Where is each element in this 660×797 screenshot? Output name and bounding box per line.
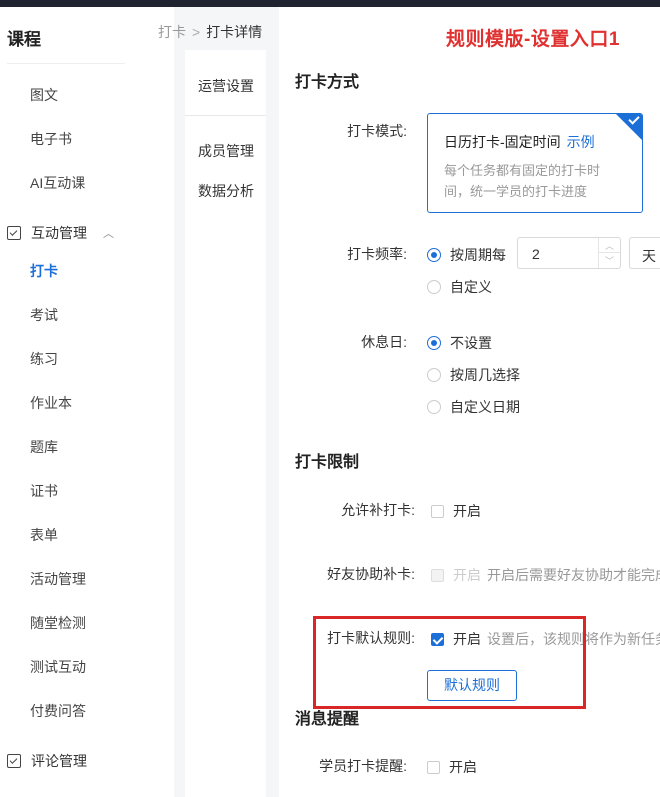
sub-nav: 运营设置 成员管理 数据分析 xyxy=(185,50,266,797)
breadcrumb: 打卡 > 打卡详情 xyxy=(158,22,262,42)
student-remind-checkbox[interactable]: 开启 xyxy=(427,757,477,777)
sidebar-item-certificate[interactable]: 证书 xyxy=(30,481,58,501)
sidebar-group-label: 评论管理 xyxy=(31,753,87,769)
sidebar-item-checkin[interactable]: 打卡 xyxy=(30,261,58,281)
freq-label: 打卡频率: xyxy=(347,246,407,262)
radio-icon[interactable] xyxy=(427,280,441,294)
subnav-item-members[interactable]: 成员管理 xyxy=(198,141,254,161)
subnav-item-operation[interactable]: 运营设置 xyxy=(198,76,254,96)
freq-radio-cycle[interactable]: 按周期每 xyxy=(427,245,506,265)
sidebar-item-test-interact[interactable]: 测试互动 xyxy=(30,657,86,677)
checkbox-icon xyxy=(431,568,444,582)
section-title-limits: 打卡限制 xyxy=(295,454,360,471)
mode-card-calendar[interactable]: 日历打卡-固定时间 示例 每个任务都有固定的打卡时间，统一学员的打卡进度 xyxy=(427,113,643,213)
chevron-up-icon[interactable]: ︿ xyxy=(103,225,114,241)
radio-icon[interactable] xyxy=(427,248,441,262)
rest-radio-none[interactable]: 不设置 xyxy=(427,333,492,353)
breadcrumb-separator: > xyxy=(192,24,201,40)
divider xyxy=(185,115,266,116)
top-bar xyxy=(0,0,660,7)
annotation-highlight-box xyxy=(313,616,586,709)
checkbox-icon[interactable] xyxy=(427,760,440,774)
sidebar-item-practice[interactable]: 练习 xyxy=(30,349,58,369)
mode-card-desc: 每个任务都有固定的打卡时间，统一学员的打卡进度 xyxy=(444,163,601,199)
rest-label: 休息日: xyxy=(361,334,407,350)
interact-icon xyxy=(7,226,21,240)
sidebar-group-label: 互动管理 xyxy=(31,225,87,241)
radio-icon[interactable] xyxy=(427,336,441,350)
sidebar-item-ebook[interactable]: 电子书 xyxy=(30,129,72,149)
rest-radio-custom-date[interactable]: 自定义日期 xyxy=(427,397,520,417)
friend-checkbox: 开启 开启后需要好友协助才能完成 xyxy=(431,565,660,585)
freq-radio-custom[interactable]: 自定义 xyxy=(427,277,492,297)
sidebar-item-graphic[interactable]: 图文 xyxy=(30,85,58,105)
sidebar-item-paid-qa[interactable]: 付费问答 xyxy=(30,701,86,721)
freq-unit-select[interactable]: 天 xyxy=(629,237,660,269)
annotation-text: 规则模版-设置入口1 xyxy=(446,29,620,50)
sidebar-item-quiz[interactable]: 随堂检测 xyxy=(30,613,86,633)
freq-number-input[interactable]: 2 ︿ ﹀ xyxy=(517,237,621,269)
stepper-down-icon[interactable]: ﹀ xyxy=(599,253,620,268)
radio-icon[interactable] xyxy=(427,368,441,382)
sidebar-item-ai-course[interactable]: AI互动课 xyxy=(30,173,85,193)
mode-label: 打卡模式: xyxy=(347,123,407,139)
example-link[interactable]: 示例 xyxy=(567,134,595,150)
breadcrumb-current: 打卡详情 xyxy=(206,24,263,40)
sidebar-group-interact[interactable]: 互动管理 ︿ xyxy=(7,223,114,243)
sidebar-item-form[interactable]: 表单 xyxy=(30,525,58,545)
sidebar-item-exam[interactable]: 考试 xyxy=(30,305,58,325)
rest-radio-weekday[interactable]: 按周几选择 xyxy=(427,365,520,385)
makeup-label: 允许补打卡: xyxy=(341,502,415,518)
sidebar-item-activity[interactable]: 活动管理 xyxy=(30,569,86,589)
makeup-checkbox[interactable]: 开启 xyxy=(431,501,481,521)
sidebar-group-comment[interactable]: 评论管理 xyxy=(7,751,87,771)
radio-icon[interactable] xyxy=(427,400,441,414)
checkbox-icon[interactable] xyxy=(431,504,444,518)
friend-label: 好友协助补卡: xyxy=(327,566,415,582)
breadcrumb-parent[interactable]: 打卡 xyxy=(158,24,186,40)
sidebar-title: 课程 xyxy=(7,30,41,49)
sidebar: 课程 图文 电子书 AI互动课 互动管理 ︿ 打卡 考试 练习 作业本 题库 证… xyxy=(0,7,174,797)
comment-icon xyxy=(7,754,21,768)
sidebar-item-homework[interactable]: 作业本 xyxy=(30,393,72,413)
section-title-checkin-mode: 打卡方式 xyxy=(295,74,360,91)
stepper-up-icon[interactable]: ︿ xyxy=(599,238,620,253)
student-remind-label: 学员打卡提醒: xyxy=(319,758,407,774)
sidebar-item-question-bank[interactable]: 题库 xyxy=(30,437,58,457)
subnav-item-analytics[interactable]: 数据分析 xyxy=(198,181,254,201)
divider xyxy=(7,63,125,64)
mode-card-title: 日历打卡-固定时间 示例 xyxy=(444,134,595,150)
